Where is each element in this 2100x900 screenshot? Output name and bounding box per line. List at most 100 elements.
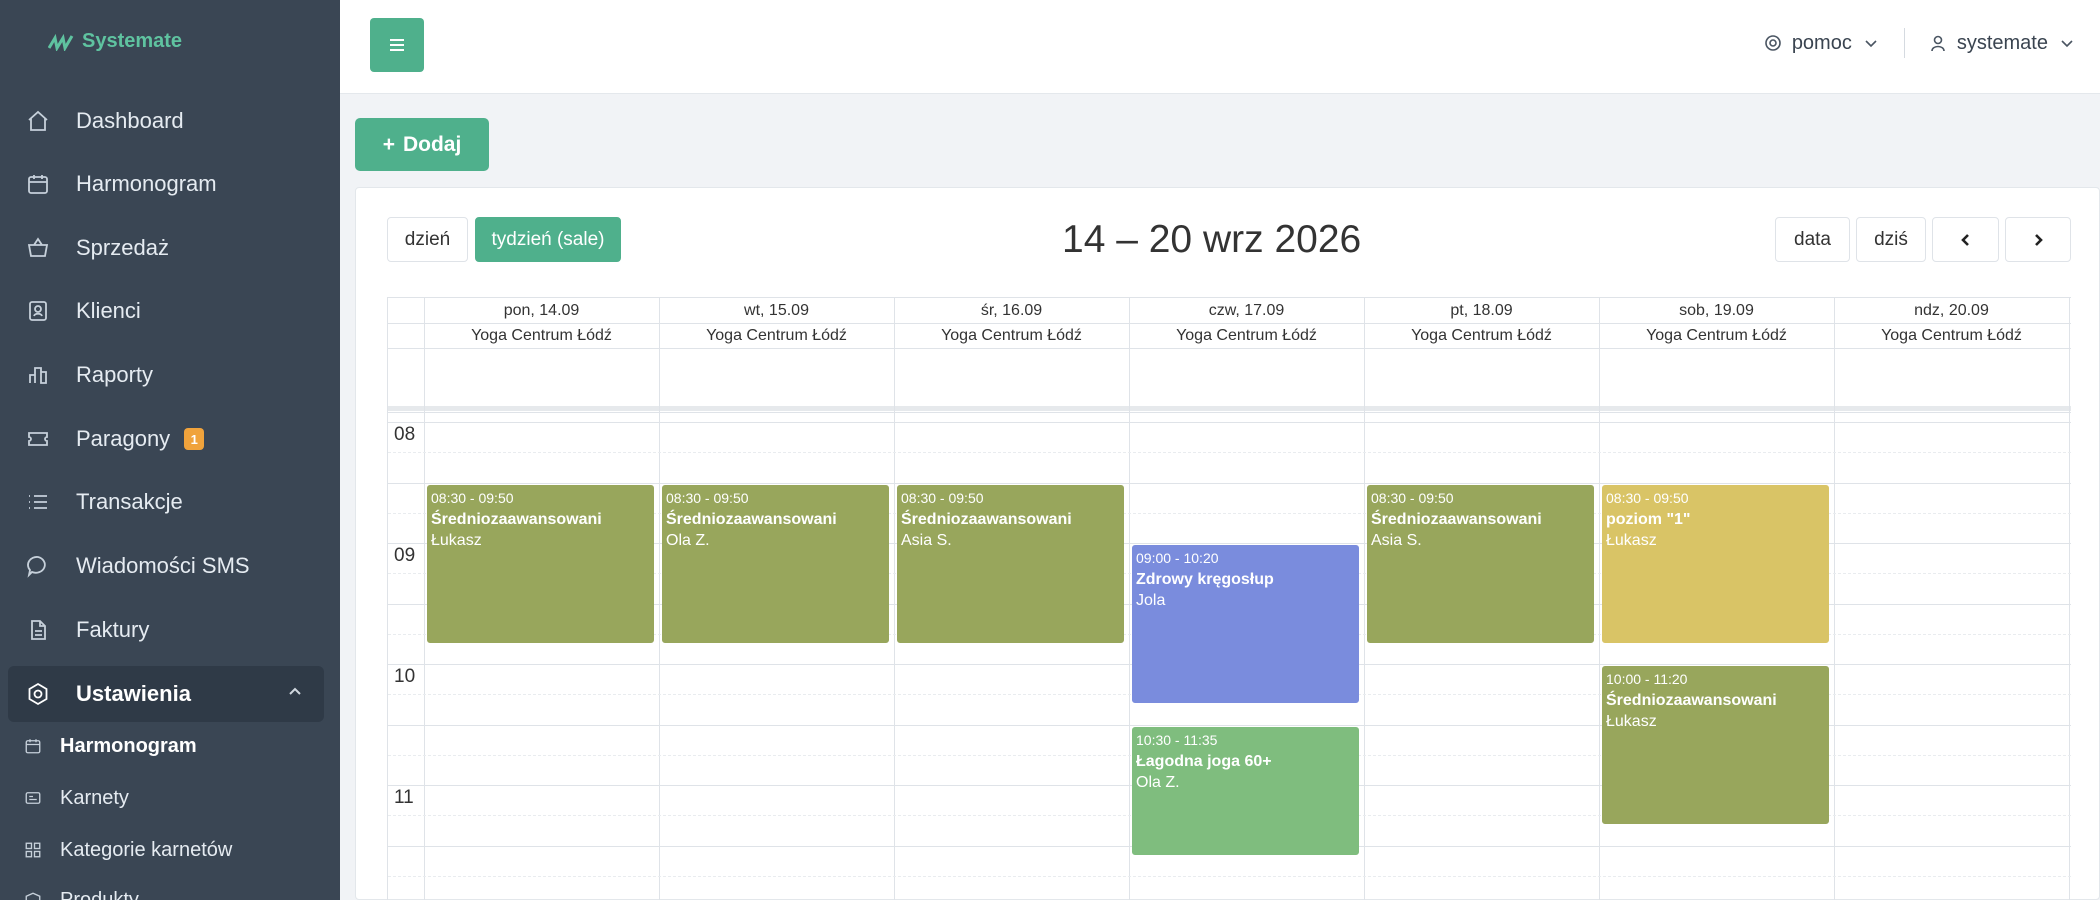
sidebar-item-raporty[interactable]: Raporty	[8, 347, 324, 403]
top-bar: pomoc systemate	[340, 0, 2100, 94]
submenu-item-label: Produkty	[60, 888, 139, 900]
user-name: systemate	[1956, 31, 2048, 54]
submenu-item-kategorie-karnetow[interactable]: Kategorie karnetów	[24, 830, 232, 870]
sidebar-item-wiadomosci-sms[interactable]: Wiadomości SMS	[8, 538, 324, 594]
plus-icon: +	[382, 132, 395, 156]
previous-week-button[interactable]	[1932, 217, 1999, 262]
day-header[interactable]: sob, 19.09	[1599, 298, 1834, 323]
half-hour-line	[388, 482, 2071, 484]
help-menu[interactable]: pomoc	[1764, 32, 1880, 55]
schedule-event[interactable]: 09:00 - 10:20 Zdrowy kręgosłup Jola	[1132, 545, 1359, 704]
sidebar-item-sprzedaz[interactable]: Sprzedaż	[8, 220, 324, 276]
event-instructor: Łukasz	[1606, 531, 1657, 549]
sidebar-item-label: Dashboard	[76, 108, 184, 133]
chevron-down-icon	[1865, 40, 1877, 48]
event-instructor: Ola Z.	[1136, 773, 1180, 791]
event-name: Zdrowy kręgosłup	[1136, 571, 1274, 588]
submenu-item-label: Karnety	[60, 786, 129, 809]
settings-icon	[24, 680, 52, 708]
event-name: poziom "1"	[1606, 510, 1691, 528]
calendar-icon	[24, 736, 44, 756]
sidebar-item-harmonogram[interactable]: Harmonogram	[8, 156, 324, 212]
paragony-count-badge: 1	[184, 428, 205, 450]
sidebar-item-paragony[interactable]: Paragony 1	[8, 411, 324, 467]
event-name: Średniozaawansowani	[901, 510, 1072, 528]
day-header[interactable]: pon, 14.09	[424, 298, 659, 323]
day-header[interactable]: wt, 15.09	[659, 298, 894, 323]
schedule-event[interactable]: 08:30 - 09:50 Średniozaawansowani Ola Z.	[662, 484, 889, 643]
view-week-rooms-button[interactable]: tydzień (sale)	[475, 217, 621, 262]
room-header: Yoga Centrum Łódź	[1881, 327, 2022, 344]
room-header: Yoga Centrum Łódź	[706, 327, 847, 344]
sidebar-item-ustawienia[interactable]: Ustawienia	[8, 666, 324, 722]
today-button[interactable]: dziś	[1856, 217, 1926, 262]
event-time: 09:00 - 10:20	[1136, 550, 1219, 566]
event-time: 08:30 - 09:50	[1371, 489, 1454, 506]
menu-toggle-button[interactable]	[370, 18, 424, 72]
day-column-line	[1129, 298, 1130, 900]
sidebar-item-faktury[interactable]: Faktury	[8, 602, 324, 658]
sidebar-item-label: Klienci	[76, 298, 141, 323]
event-name: Łagodna joga 60+	[1136, 752, 1272, 770]
room-header: Yoga Centrum Łódź	[471, 327, 612, 344]
submenu-item-karnety[interactable]: Karnety	[24, 778, 129, 818]
schedule-event[interactable]: 08:30 - 09:50 poziom "1" Łukasz	[1602, 484, 1829, 643]
brand-name: Systemate	[82, 30, 183, 52]
event-time: 10:00 - 11:20	[1606, 671, 1688, 687]
sidebar-item-label: Harmonogram	[76, 171, 217, 196]
sidebar-item-transakcje[interactable]: Transakcje	[8, 474, 324, 530]
day-header[interactable]: śr, 16.09	[894, 298, 1129, 323]
header-line	[388, 348, 2071, 349]
view-day-button[interactable]: dzień	[387, 217, 468, 262]
event-instructor: Łukasz	[1606, 713, 1657, 730]
event-time: 08:30 - 09:50	[1606, 489, 1689, 506]
gutter-line	[424, 298, 425, 900]
submenu-item-produkty[interactable]: Produkty	[24, 880, 139, 900]
sidebar-item-label: Faktury	[76, 617, 150, 642]
event-instructor: Jola	[1136, 592, 1166, 609]
day-header[interactable]: pt, 18.09	[1364, 298, 1599, 323]
next-week-button[interactable]	[2005, 217, 2071, 262]
brand-logo[interactable]: Systemate	[48, 30, 182, 53]
sidebar-item-dashboard[interactable]: Dashboard	[8, 93, 324, 149]
schedule-event[interactable]: 08:30 - 09:50 Średniozaawansowani Asia S.	[897, 484, 1124, 643]
submenu-item-label: Kategorie karnetów	[60, 838, 233, 861]
slot-line	[388, 412, 2071, 413]
calendar-icon	[24, 170, 52, 198]
add-button[interactable]: + Dodaj	[355, 118, 489, 171]
card-icon	[24, 788, 44, 808]
day-header[interactable]: ndz, 20.09	[1834, 298, 2069, 323]
sidebar-item-label: Wiadomości SMS	[76, 553, 250, 578]
hour-label: 10	[394, 666, 416, 687]
event-instructor: Asia S.	[901, 531, 952, 549]
chevron-right-icon	[2035, 233, 2043, 246]
user-menu[interactable]: systemate	[1929, 32, 2076, 55]
user-icon	[1931, 35, 1945, 52]
chevron-left-icon	[1960, 233, 1969, 246]
submenu-item-harmonogram[interactable]: Harmonogram	[24, 726, 197, 766]
half-hour-line	[388, 452, 2071, 454]
calendar-grid: pon, 14.09 Yoga Centrum Łódź wt, 15.09 Yoga…	[387, 297, 2071, 900]
half-hour-line	[388, 875, 2071, 877]
event-name: Średniozaawansowani	[1606, 692, 1777, 709]
header-line	[388, 323, 2071, 324]
top-right-menu: pomoc systemate	[1764, 28, 2076, 58]
message-icon	[24, 552, 52, 580]
sidebar-item-klienci[interactable]: Klienci	[8, 283, 324, 339]
hour-label: 08	[394, 424, 416, 445]
schedule-event[interactable]: 08:30 - 09:50 Średniozaawansowani Asia S.	[1367, 484, 1594, 643]
room-header: Yoga Centrum Łódź	[941, 327, 1082, 344]
schedule-event[interactable]: 08:30 - 09:50 Średniozaawansowani Łukasz	[427, 484, 654, 643]
basket-icon	[24, 234, 52, 262]
chevron-up-icon[interactable]	[288, 684, 302, 698]
schedule-event[interactable]: 10:30 - 11:35 Łagodna joga 60+ Ola Z.	[1132, 726, 1359, 855]
event-time: 08:30 - 09:50	[901, 489, 984, 506]
day-header[interactable]: czw, 17.09	[1129, 298, 1364, 323]
submenu-item-label: Harmonogram	[60, 734, 197, 757]
schedule-event[interactable]: 10:00 - 11:20 Średniozaawansowani Łukasz	[1602, 666, 1829, 825]
date-picker-button[interactable]: data	[1775, 217, 1850, 262]
sidebar-item-label: Transakcje	[76, 489, 183, 514]
help-label: pomoc	[1791, 31, 1852, 54]
box-icon	[24, 890, 44, 900]
event-time: 10:30 - 11:35	[1136, 731, 1218, 748]
